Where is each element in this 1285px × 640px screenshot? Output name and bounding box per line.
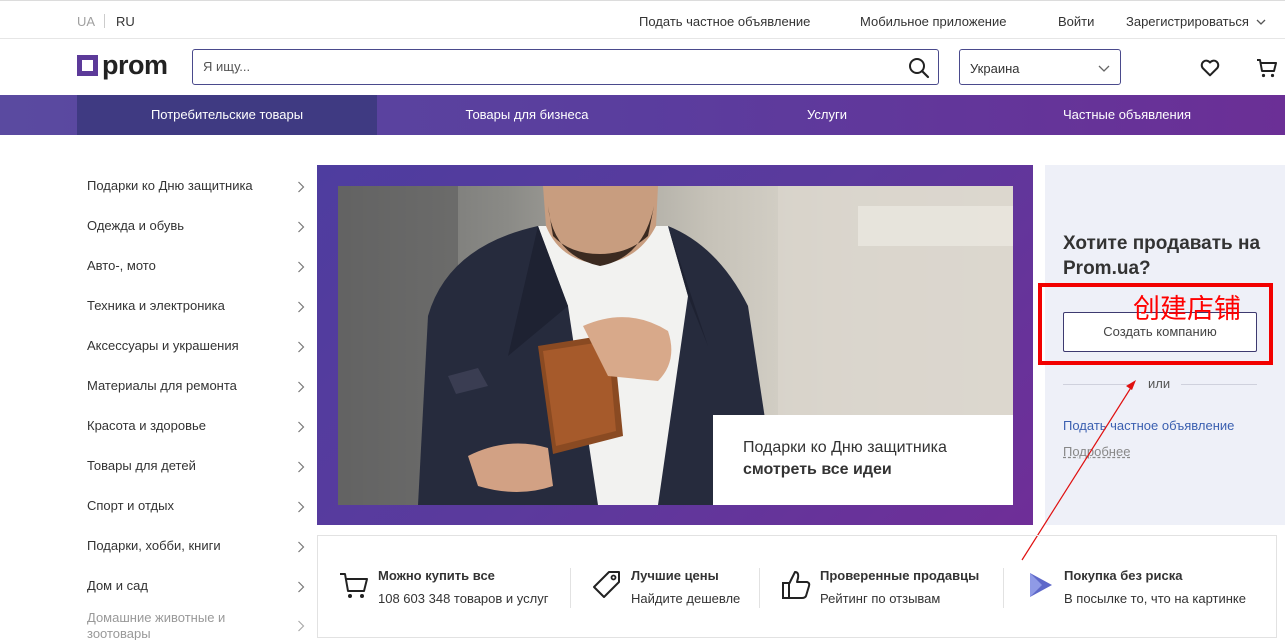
feature-subtitle: Рейтинг по отзывам [820,591,941,606]
feature-title: Проверенные продавцы [820,568,980,583]
feature-title: Можно купить все [378,568,495,583]
lang-divider [104,14,105,28]
sidebar-item-label: Красота и здоровье [87,418,207,433]
sidebar-item-label: Подарки, хобби, книги [87,538,221,553]
login-link[interactable]: Войти [1058,14,1094,29]
lang-ua-link[interactable]: UA [77,14,95,29]
nav-business-goods[interactable]: Товары для бизнеса [377,95,677,135]
cart-icon[interactable] [1255,56,1279,80]
sidebar-item-clothing[interactable]: Одежда и обувь [87,216,307,236]
sidebar-item-label: Дом и сад [87,578,148,593]
chevron-right-icon [298,221,305,233]
banner-see-all-link[interactable]: смотреть все идеи [743,461,892,479]
sidebar-item-home-garden[interactable]: Дом и сад [87,576,307,596]
features-bar: Можно купить все 108 603 348 товаров и у… [317,535,1277,638]
chevron-right-icon [298,421,305,433]
sidebar-item-pets[interactable]: Домашние животные и зоотовары [87,608,307,640]
sidebar-item-accessories[interactable]: Аксессуары и украшения [87,336,307,356]
feature-subtitle: 108 603 348 товаров и услуг [378,591,549,606]
sidebar-item-hobby[interactable]: Подарки, хобби, книги [87,536,307,556]
logo-text: prom [102,50,168,80]
sidebar-item-defender-gifts[interactable]: Подарки ко Дню защитника [87,176,307,196]
chevron-right-icon [298,620,305,632]
sidebar-item-beauty[interactable]: Красота и здоровье [87,416,307,436]
play-shield-icon [1030,573,1052,597]
chevron-right-icon [298,501,305,513]
chevron-right-icon [298,581,305,593]
sell-panel-title: Хотите продавать на Prom.ua? [1063,233,1261,279]
nav-private-ads[interactable]: Частные объявления [977,95,1277,135]
post-private-ad-link[interactable]: Подать частное объявление [639,14,810,29]
chevron-right-icon [298,541,305,553]
sidebar-item-label: Товары для детей [87,458,196,473]
chevron-right-icon [298,381,305,393]
chevron-right-icon [298,461,305,473]
prom-logo[interactable]: prom [77,50,168,80]
nav-services[interactable]: Услуги [677,95,977,135]
feature-subtitle: В посылке то, что на картинке [1064,591,1246,606]
sidebar-item-auto[interactable]: Авто-, мото [87,256,307,276]
top-bar: UA RU Подать частное объявление Мобильно… [0,0,1285,39]
chevron-right-icon [298,181,305,193]
chevron-right-icon [298,301,305,313]
price-tag-icon [593,571,620,598]
sidebar-item-kids[interactable]: Товары для детей [87,456,307,476]
region-value: Украина [970,61,1020,76]
sidebar-item-electronics[interactable]: Техника и электроника [87,296,307,316]
sidebar-item-label: Техника и электроника [87,298,225,313]
feature-verified-sellers: Проверенные продавцы Рейтинг по отзывам [760,536,1003,639]
feature-buy-everything: Можно купить все 108 603 348 товаров и у… [318,536,570,639]
sidebar-item-label: Спорт и отдых [87,498,174,513]
divider [1063,384,1133,385]
or-label: или [1148,376,1171,391]
feature-risk-free: Покупка без риска В посылке то, что на к… [1004,536,1276,639]
chevron-down-icon [1098,65,1110,72]
sidebar-item-label: Одежда и обувь [87,218,185,233]
sidebar-item-sport[interactable]: Спорт и отдых [87,496,307,516]
search-bar [192,49,939,85]
category-nav: Потребительские товары Товары для бизнес… [0,95,1285,135]
register-label: Зарегистрироваться [1126,14,1249,29]
annotation-label: 创建店铺 [1133,294,1241,325]
sidebar-item-label: Домашние животные и зоотовары [87,610,226,640]
promo-banner[interactable]: Подарки ко Дню защитника смотреть все ид… [317,165,1033,525]
region-select[interactable]: Украина [959,49,1121,85]
search-icon[interactable] [908,57,930,79]
sidebar-item-label: Материалы для ремонта [87,378,237,393]
sidebar-item-label: Подарки ко Дню защитника [87,178,253,193]
thumbs-up-icon [782,571,811,599]
search-input[interactable] [203,59,893,74]
feature-subtitle: Найдите дешевле [631,591,741,606]
logo-square-icon [77,54,98,76]
sidebar-item-repair-materials[interactable]: Материалы для ремонта [87,376,307,396]
chevron-right-icon [298,261,305,273]
chevron-right-icon [298,341,305,353]
divider [1181,384,1257,385]
feature-title: Лучшие цены [631,568,719,583]
more-info-link[interactable]: Подробнее [1063,444,1130,459]
banner-caption-title: Подарки ко Дню защитника [743,439,947,456]
private-ad-link[interactable]: Подать частное объявление [1063,418,1234,433]
feature-title: Покупка без риска [1064,568,1183,583]
cart-icon [340,573,368,598]
mobile-app-link[interactable]: Мобильное приложение [860,14,1006,29]
heart-icon[interactable] [1199,57,1221,79]
feature-best-prices: Лучшие цены Найдите дешевле [571,536,759,639]
register-link[interactable]: Зарегистрироваться [1126,14,1266,29]
chevron-down-icon [1256,19,1266,25]
nav-consumer-goods[interactable]: Потребительские товары [77,95,377,135]
lang-ru-link[interactable]: RU [116,14,135,29]
sidebar-item-label: Аксессуары и украшения [87,338,239,353]
banner-caption[interactable]: Подарки ко Дню защитника смотреть все ид… [713,415,1013,505]
sidebar-item-label: Авто-, мото [87,258,156,273]
